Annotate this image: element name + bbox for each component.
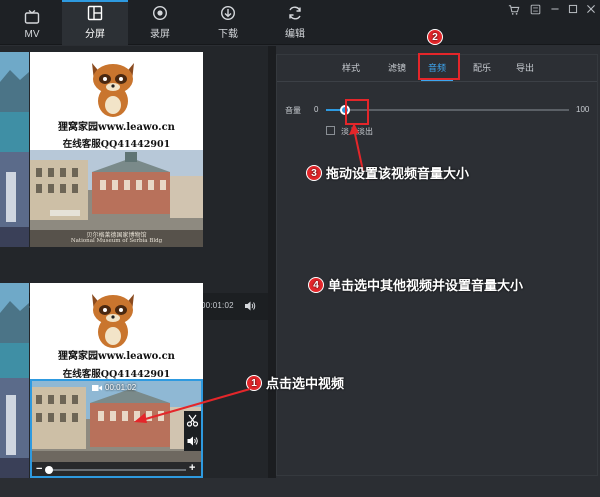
split-canvas-bottom[interactable]: 狸窝家园www.leawo.cn 在线客服QQ41442901 00:01:02…: [30, 283, 203, 478]
tab-filter[interactable]: 滤镜: [381, 55, 413, 81]
annotation-badge-4: 4: [308, 276, 324, 293]
nav-tab-label: 编辑: [285, 29, 305, 40]
annotation-badge-3: 3: [306, 164, 322, 181]
annotation-text-3: 拖动设置该视频音量大小: [326, 166, 470, 181]
annotation-3: 3 拖动设置该视频音量大小: [306, 163, 469, 182]
video-camera-icon: [92, 384, 102, 391]
clip-strip-bottom[interactable]: [0, 283, 29, 478]
tab-export[interactable]: 导出: [509, 55, 541, 81]
refresh-edit-icon: [289, 6, 301, 20]
nav-tab-label: 录屏: [150, 29, 170, 40]
volume-max-label: 100: [576, 105, 590, 114]
watermark-site-text: 狸窝家园www.leawo.cn: [58, 122, 175, 133]
tabs-underline: [277, 81, 597, 82]
cart-icon[interactable]: [507, 4, 521, 18]
zoom-out-button[interactable]: −: [36, 463, 42, 475]
nav-tab-label: 分屏: [85, 29, 105, 40]
split-screen-icon: [87, 5, 103, 21]
column-divider: [268, 46, 276, 497]
annotation-1: 1 点击选中视频: [246, 373, 344, 392]
raccoon-logo: [92, 294, 134, 348]
clip-volume-icon[interactable]: [186, 435, 199, 447]
tv-icon: [24, 10, 40, 24]
download-icon: [220, 5, 236, 21]
clip-zoom-bar: − +: [32, 462, 201, 476]
annotation-text-1: 点击选中视频: [266, 376, 345, 391]
close-icon[interactable]: [584, 4, 598, 18]
watermark-qq-text: 在线客服QQ41442901: [62, 369, 171, 380]
preview-column: 狸窝家园www.leawo.cn 在线客服QQ41442901 贝尔格莱德国家博: [0, 46, 268, 497]
volume-label: 音量: [285, 106, 301, 115]
settings-icon[interactable]: [528, 4, 542, 18]
split-canvas-top[interactable]: 狸窝家园www.leawo.cn 在线客服QQ41442901 贝尔格莱德国家博: [30, 52, 203, 247]
nav-tab-label: MV: [24, 29, 40, 40]
photo-caption-en: National Museum of Serbia Bldg: [70, 238, 163, 244]
annotation-badge-2: 2: [427, 29, 443, 45]
maximize-icon[interactable]: [566, 4, 580, 18]
minimize-icon[interactable]: [548, 4, 562, 18]
tab-music[interactable]: 配乐: [466, 55, 498, 81]
bottom-bar: [0, 478, 600, 497]
zoom-slider-handle[interactable]: [45, 466, 53, 474]
nav-tab-split-screen[interactable]: 分屏: [62, 0, 128, 45]
volume-min-label: 0: [314, 105, 319, 114]
annotation-4: 4 单击选中其他视频并设置音量大小: [308, 275, 523, 294]
annotation-2: 2: [427, 29, 447, 45]
watermark-qq-text: 在线客服QQ41442901: [62, 139, 171, 150]
top-navigation: MV 分屏 录屏 下载 编辑: [0, 0, 600, 45]
zoom-slider[interactable]: [48, 469, 186, 471]
nav-tab-record[interactable]: 录屏: [128, 0, 192, 45]
audio-tab-highlight: [418, 53, 460, 80]
nav-tab-download[interactable]: 下载: [196, 0, 260, 45]
museum-photo: 贝尔格莱德国家博物馆 National Museum of Serbia Bld…: [30, 150, 203, 247]
clip-strip-top[interactable]: [0, 52, 29, 247]
app-window: MV 分屏 录屏 下载 编辑 狸窝家园www.leawo.cn 在线客服QQ41…: [0, 0, 600, 497]
raccoon-logo: [92, 63, 134, 117]
tab-style[interactable]: 样式: [335, 55, 367, 81]
zoom-in-button[interactable]: +: [189, 462, 195, 474]
record-icon: [152, 5, 168, 21]
settings-panel: 样式 滤镜 音频 配乐 导出 音量 0 100 淡入淡出: [276, 53, 598, 476]
volume-icon[interactable]: [244, 300, 256, 312]
nav-tab-mv[interactable]: MV: [0, 0, 64, 45]
nav-tab-label: 下载: [218, 29, 238, 40]
nav-tab-edit[interactable]: 编辑: [263, 0, 327, 45]
watermark-site-text: 狸窝家园www.leawo.cn: [58, 351, 175, 362]
annotation-text-4: 单击选中其他视频并设置音量大小: [328, 278, 524, 293]
fade-checkbox[interactable]: [326, 126, 335, 135]
arrow-to-clip: [134, 388, 251, 423]
